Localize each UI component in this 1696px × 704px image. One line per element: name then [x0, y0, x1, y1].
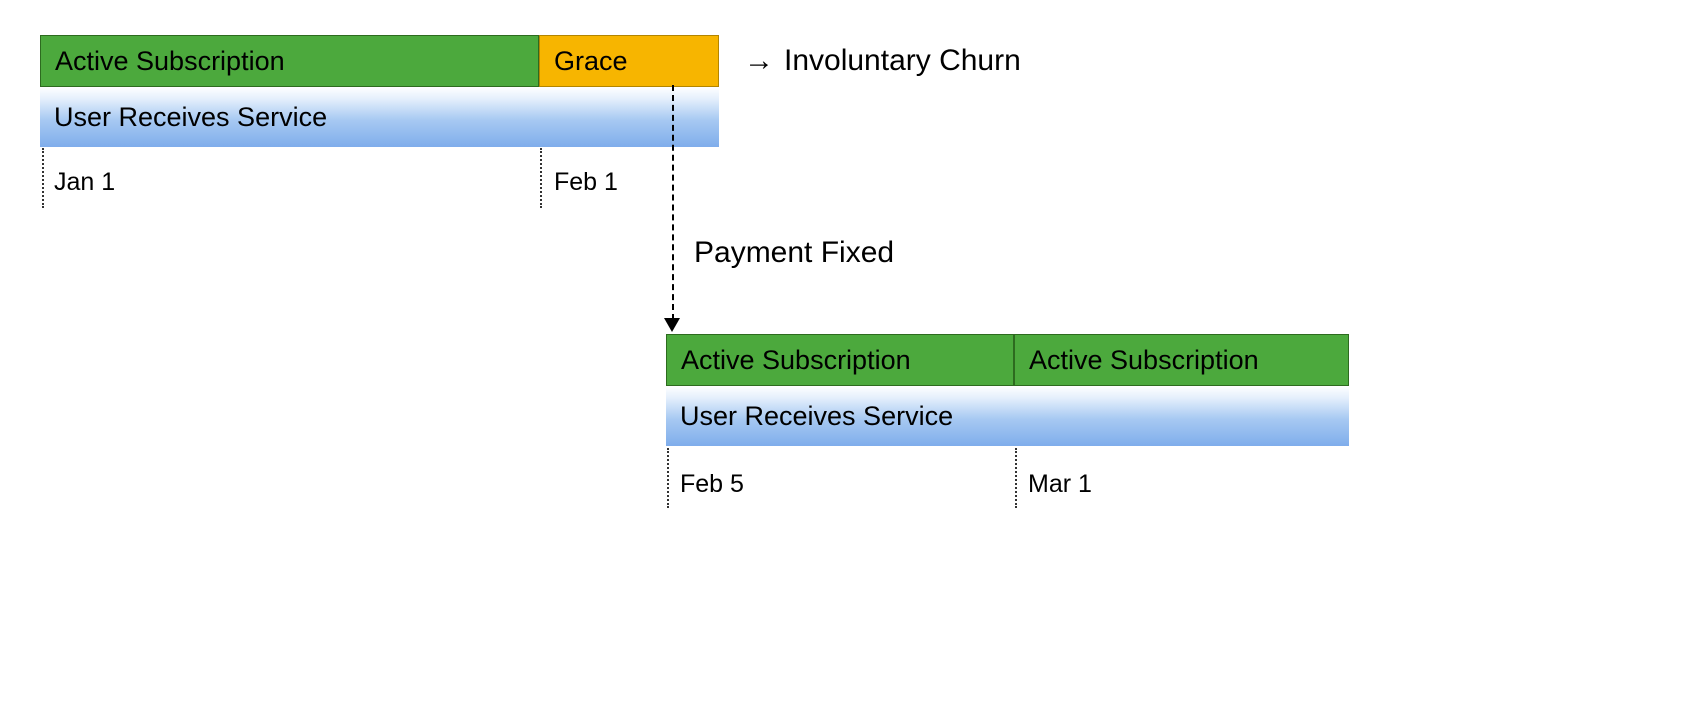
- timeline1-user-receives-service-label: User Receives Service: [54, 102, 327, 133]
- timeline1-dotted-line-jan1: [42, 148, 44, 208]
- timeline1-dotted-line-feb1: [540, 148, 542, 208]
- timeline2-active-subscription-1-label: Active Subscription: [681, 345, 911, 376]
- timeline2-active-subscription-2-label: Active Subscription: [1029, 345, 1259, 376]
- timeline2-active-subscription-2-bar: Active Subscription: [1014, 334, 1349, 386]
- timeline2-user-receives-service-label: User Receives Service: [680, 401, 953, 432]
- arrow-right-icon: →: [744, 44, 774, 77]
- timeline1-date-jan1: Jan 1: [54, 168, 115, 197]
- payment-fixed-annotation: Payment Fixed: [694, 236, 894, 270]
- arrow-head-icon: [664, 318, 680, 332]
- timeline2-date-mar1: Mar 1: [1028, 470, 1092, 499]
- involuntary-churn-text: Involuntary Churn: [784, 44, 1021, 77]
- timeline1-grace-label: Grace: [554, 46, 628, 77]
- timeline1-active-subscription-label: Active Subscription: [55, 46, 285, 77]
- timeline2-dotted-line-mar1: [1015, 448, 1017, 508]
- dashed-arrow-line: [672, 85, 674, 320]
- subscription-timeline-diagram: Active Subscription Grace User Receives …: [0, 0, 1696, 704]
- timeline2-dotted-line-feb5: [667, 448, 669, 508]
- timeline2-user-receives-service-bar: User Receives Service: [666, 386, 1349, 446]
- timeline1-date-feb1: Feb 1: [554, 168, 618, 197]
- timeline2-date-feb5: Feb 5: [680, 470, 744, 499]
- involuntary-churn-annotation: → Involuntary Churn: [744, 44, 1021, 78]
- timeline1-active-subscription-bar: Active Subscription: [40, 35, 539, 87]
- timeline2-active-subscription-1-bar: Active Subscription: [666, 334, 1014, 386]
- timeline1-grace-bar: Grace: [539, 35, 719, 87]
- timeline1-user-receives-service-bar: User Receives Service: [40, 87, 719, 147]
